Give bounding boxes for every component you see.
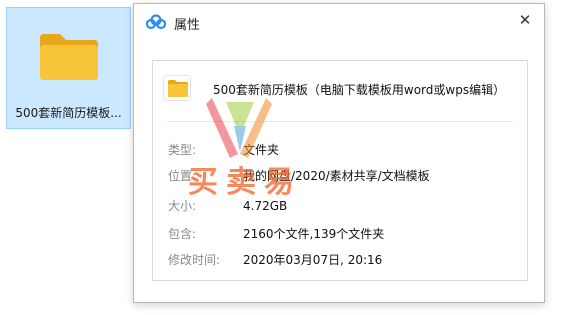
modified-value: 2020年03月07日, 20:16	[243, 253, 383, 267]
cloud-drive-icon	[146, 14, 166, 30]
size-row: 大小: 4.72GB	[168, 197, 287, 214]
type-label: 类型:	[168, 143, 197, 157]
contains-label: 包含:	[168, 227, 197, 241]
folder-icon	[168, 80, 188, 97]
contains-row: 包含: 2160个文件,139个文件夹	[168, 225, 384, 242]
divider	[167, 121, 513, 122]
location-value: 我的网盘/2020/素材共享/文档模板	[243, 169, 430, 183]
properties-panel: 500套新简历模板（电脑下载模板用word或wps编辑） 类型: 文件夹 位置: 我…	[152, 60, 528, 281]
modified-row: 修改时间: 2020年03月07日, 20:16	[168, 251, 382, 268]
close-button[interactable]: ✕	[512, 8, 538, 32]
type-row: 类型: 文件夹	[168, 141, 279, 158]
size-label: 大小:	[168, 199, 197, 213]
desktop-folder-label: 500套新简历模板...	[15, 106, 122, 120]
folder-icon	[40, 34, 98, 80]
type-value: 文件夹	[243, 143, 280, 157]
dialog-titlebar[interactable]: 属性 ✕	[134, 4, 544, 38]
size-value: 4.72GB	[243, 199, 288, 213]
location-label: 位置:	[168, 169, 197, 183]
properties-dialog: 属性 ✕ 500套新简历模板（电脑下载模板用word或wps编辑） 类型: 文件夹…	[133, 3, 545, 303]
contains-value: 2160个文件,139个文件夹	[243, 227, 385, 241]
header-folder-thumb	[163, 75, 191, 101]
folder-name-heading: 500套新简历模板（电脑下载模板用word或wps编辑）	[213, 83, 506, 97]
desktop-folder[interactable]: 500套新简历模板...	[6, 7, 131, 129]
modified-label: 修改时间:	[168, 253, 221, 267]
close-icon: ✕	[518, 11, 532, 29]
location-row: 位置: 我的网盘/2020/素材共享/文档模板	[168, 167, 430, 184]
dialog-title: 属性	[174, 18, 201, 33]
